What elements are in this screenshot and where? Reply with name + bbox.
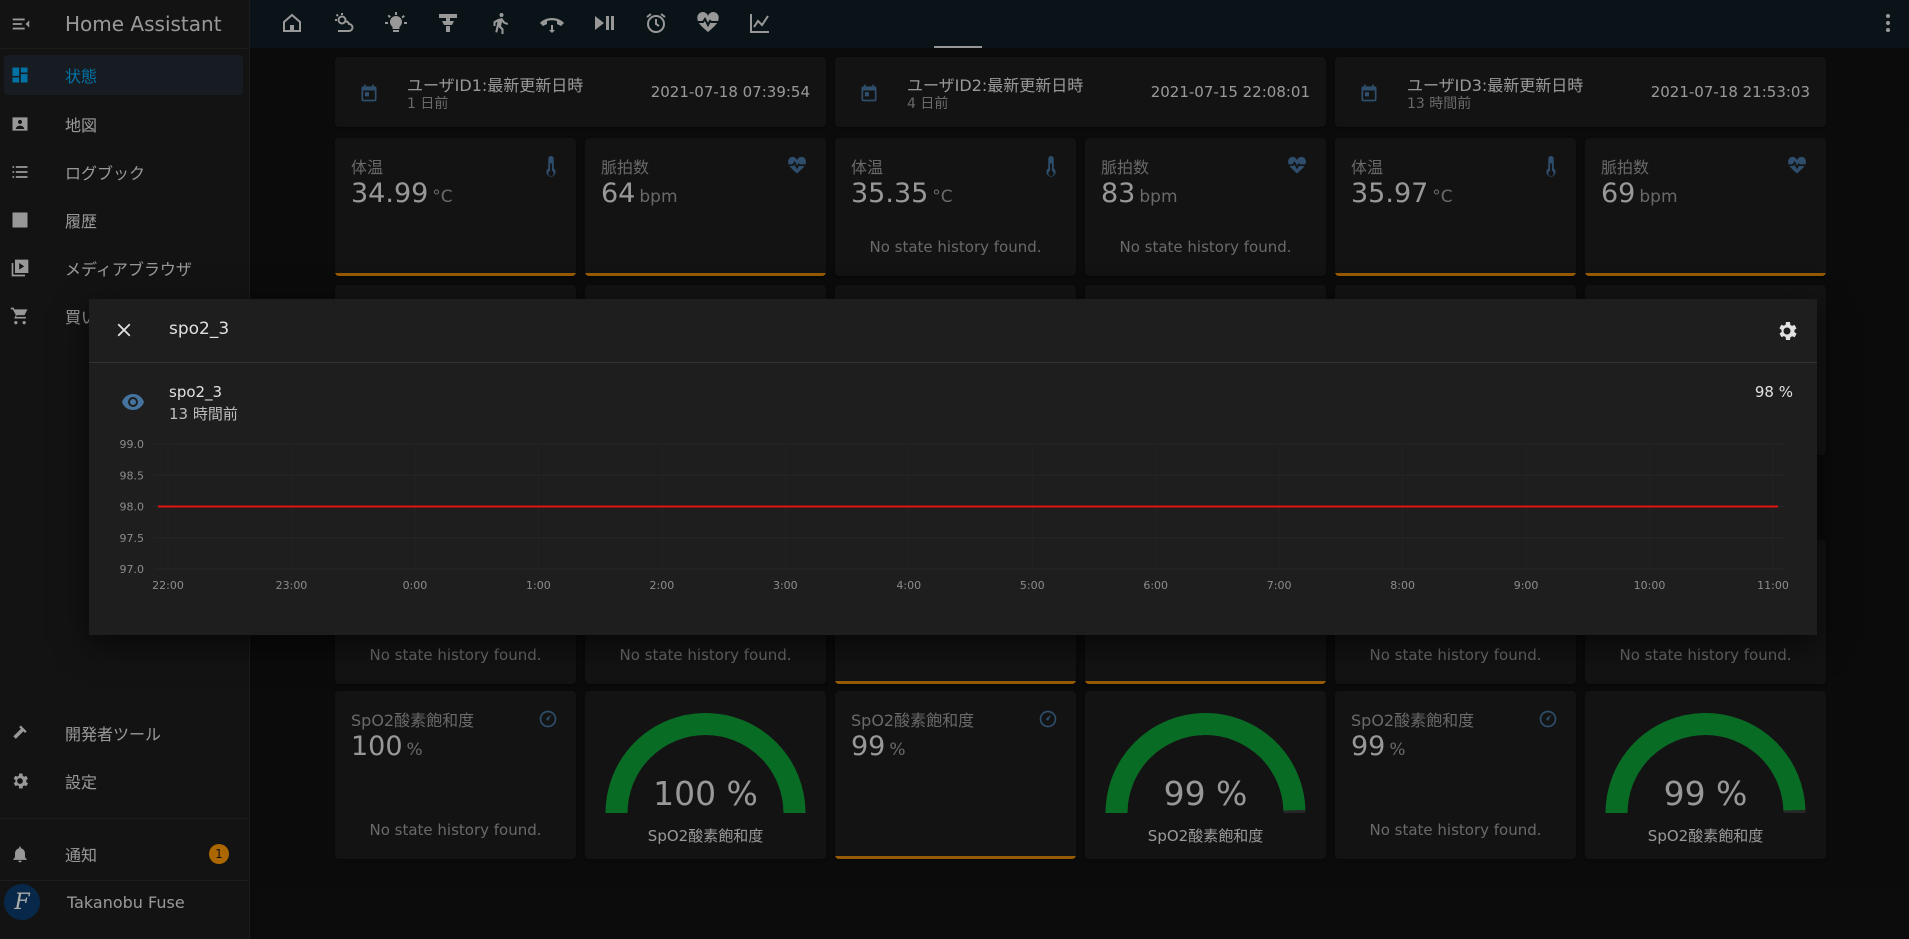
y-tick-label: 98.5 xyxy=(120,469,145,482)
y-tick-label: 97.5 xyxy=(120,532,145,545)
y-tick-label: 97.0 xyxy=(120,563,145,576)
x-tick-label: 11:00 xyxy=(1757,579,1789,592)
y-tick-label: 98.0 xyxy=(120,501,145,514)
x-tick-label: 10:00 xyxy=(1634,579,1666,592)
x-tick-label: 3:00 xyxy=(773,579,798,592)
x-tick-label: 7:00 xyxy=(1267,579,1292,592)
x-tick-label: 4:00 xyxy=(896,579,921,592)
x-tick-label: 23:00 xyxy=(276,579,308,592)
x-tick-label: 2:00 xyxy=(649,579,674,592)
x-tick-label: 22:00 xyxy=(152,579,184,592)
x-tick-label: 0:00 xyxy=(403,579,428,592)
x-tick-label: 1:00 xyxy=(526,579,551,592)
history-chart[interactable]: 99.0 98.5 98.0 97.5 97.0 22:00 23:00 0:00 1:00 2:… xyxy=(89,299,1817,635)
more-info-dialog: spo2_3 spo2_3 13 時間前 98 % 99.0 98.5 98.0 97… xyxy=(89,299,1817,635)
x-tick-label: 8:00 xyxy=(1390,579,1415,592)
x-tick-label: 9:00 xyxy=(1514,579,1539,592)
x-tick-label: 5:00 xyxy=(1020,579,1045,592)
y-tick-label: 99.0 xyxy=(120,438,145,451)
x-tick-label: 6:00 xyxy=(1143,579,1168,592)
